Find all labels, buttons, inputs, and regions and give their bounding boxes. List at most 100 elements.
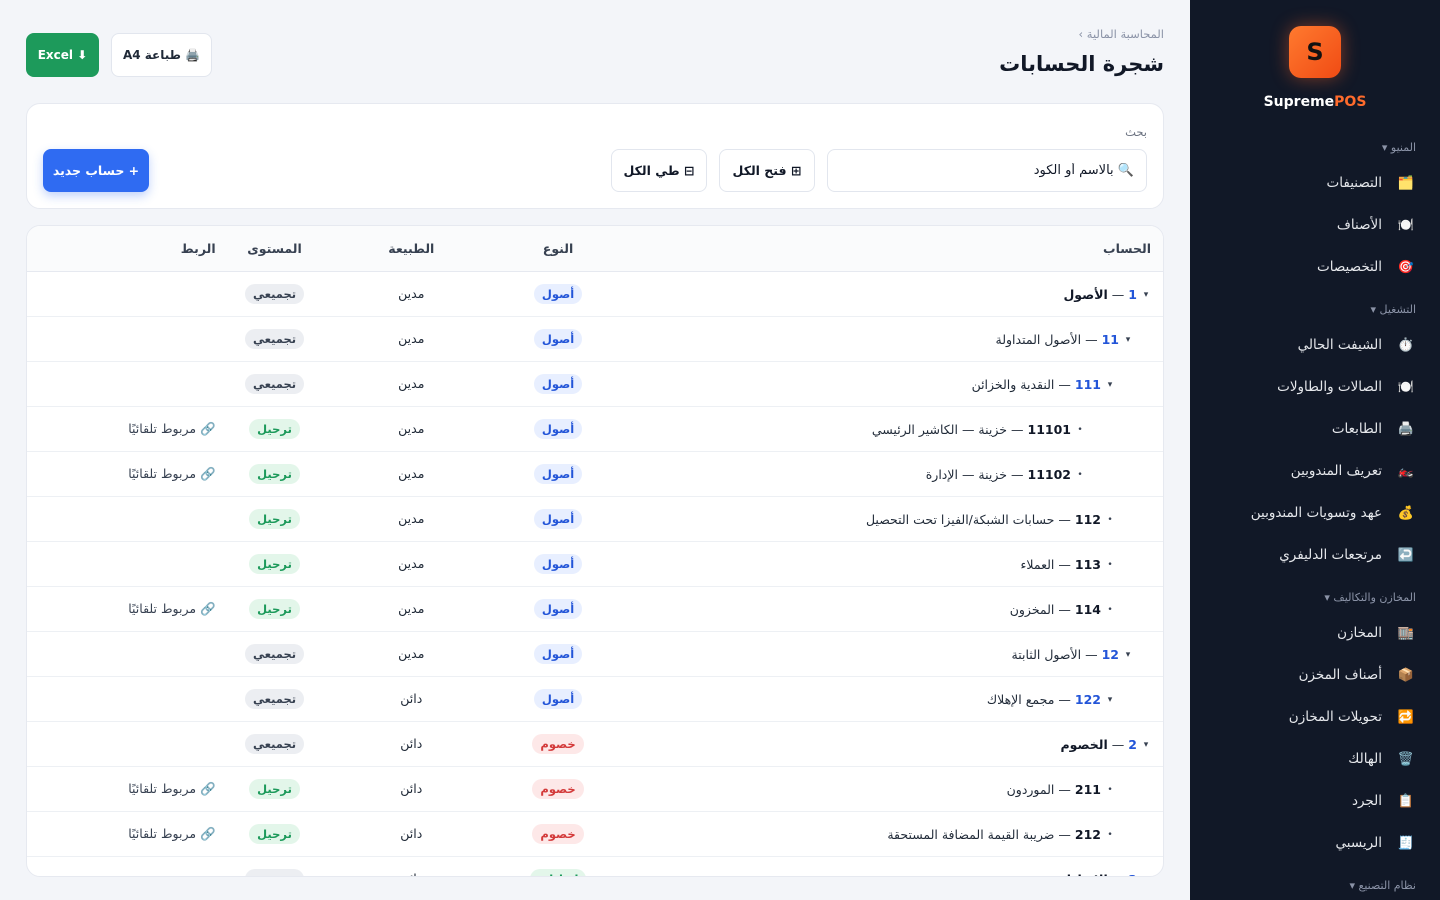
- auto-link-status: 🔗 مربوط تلقائيًا: [128, 465, 216, 481]
- stock-items-icon: 📦: [1397, 667, 1415, 683]
- account-label: ▾ 1 — الأصول: [1063, 287, 1151, 302]
- table-row[interactable]: ▾ 3 — الإيرادات إيرادات دائن تجميعي: [27, 856, 1163, 876]
- couriers-icon: 🏍️: [1397, 463, 1415, 479]
- main-content: المحاسبة المالية › شجرة الحسابات Excel ⬇…: [26, 0, 1164, 900]
- expand-caret-icon[interactable]: ▾: [1123, 650, 1133, 660]
- cell-nature: مدين: [333, 496, 490, 542]
- expand-caret-icon[interactable]: ▾: [1123, 335, 1133, 345]
- account-code: 2: [1128, 737, 1137, 753]
- sidebar-item-label: الطابعات: [1331, 421, 1382, 437]
- cell-type: خصوم: [489, 766, 627, 812]
- current-shift-icon: ⏱️: [1397, 337, 1415, 353]
- sidebar-item-current-shift[interactable]: ⏱️ الشيفت الحالي: [1190, 324, 1440, 366]
- sidebar-item-items[interactable]: 🍽️ الأصناف: [1190, 204, 1440, 246]
- print-a4-button[interactable]: 🖨️ طباعة A4: [111, 33, 212, 77]
- new-account-button[interactable]: + حساب جديد: [43, 149, 149, 192]
- table-row[interactable]: ▾ 122 — مجمع الإهلاك أصول دائن تجميعي: [27, 676, 1163, 722]
- cell-link: 🔗 مربوط تلقائيًا: [27, 406, 216, 452]
- col-nature[interactable]: الطبيعة: [333, 226, 490, 272]
- sidebar-item-halls-tables[interactable]: 🍽️ الصالات والطاولات: [1190, 366, 1440, 408]
- sidebar-section: نظام التصنيع ▾: [1190, 872, 1440, 900]
- table-row[interactable]: ▾ 12 — الأصول الثابتة أصول مدين تجميعي: [27, 631, 1163, 677]
- printers-icon: 🖨️: [1397, 421, 1415, 437]
- table-row[interactable]: • 114 — المخزون أصول مدين ترحيل 🔗 مربوط تلقائ…: [27, 586, 1163, 632]
- account-name: الخصوم: [1060, 737, 1108, 753]
- brand-part-2: POS: [1334, 94, 1367, 110]
- collapse-all-button[interactable]: ⊟ طي الكل: [611, 149, 707, 192]
- account-name: الإيرادات: [1054, 872, 1108, 876]
- table-row[interactable]: ▾ 1 — الأصول أصول مدين تجميعي: [27, 271, 1163, 317]
- table-row[interactable]: • 11102 — خزينة — الإدارة أصول مدين ترحيل 🔗 م…: [27, 451, 1163, 497]
- sidebar-item-customizations[interactable]: 🎯 التخصيصات: [1190, 246, 1440, 288]
- cell-nature: دائن: [333, 811, 490, 857]
- account-name: الموردون: [1006, 782, 1055, 798]
- col-level[interactable]: المستوى: [215, 226, 334, 272]
- account-code: 111: [1074, 377, 1101, 393]
- table-row[interactable]: ▾ 111 — النقدية والخزائن أصول مدين تجميعي: [27, 361, 1163, 407]
- table-row[interactable]: • 11101 — خزينة — الكاشير الرئيسي أصول مدين…: [27, 406, 1163, 452]
- sidebar-item-courier-settlements[interactable]: 💰 عهد وتسويات المندوبين: [1190, 492, 1440, 534]
- type-badge: أصول: [533, 508, 583, 529]
- account-code: 12: [1101, 647, 1119, 663]
- type-badge: أصول: [533, 283, 583, 304]
- table-row[interactable]: ▾ 2 — الخصوم خصوم دائن تجميعي: [27, 721, 1163, 767]
- expand-all-button[interactable]: ⊞ فتح الكل: [719, 149, 815, 192]
- sidebar-section-label[interactable]: المنيو ▾: [1190, 134, 1440, 162]
- sidebar-item-categories[interactable]: 🗂️ التصنيفات: [1190, 162, 1440, 204]
- sidebar-item-warehouses[interactable]: 🏬 المخازن: [1190, 612, 1440, 654]
- table-row[interactable]: ▾ 11 — الأصول المتداولة أصول مدين تجميعي: [27, 316, 1163, 362]
- account-name: النقدية والخزائن: [971, 377, 1055, 393]
- sidebar-item-label: الهالك: [1348, 751, 1382, 767]
- cell-type: أصول: [489, 451, 627, 497]
- cell-link: [27, 496, 216, 542]
- sidebar-item-printers[interactable]: 🖨️ الطابعات: [1190, 408, 1440, 450]
- export-excel-button[interactable]: Excel ⬇: [26, 33, 99, 77]
- sidebar-section-label[interactable]: المخازن والتكاليف ▾: [1190, 584, 1440, 612]
- col-type[interactable]: النوع: [489, 226, 627, 272]
- table-row[interactable]: • 211 — الموردون خصوم دائن ترحيل 🔗 مربوط تلقا…: [27, 766, 1163, 812]
- expand-caret-icon[interactable]: ▾: [1141, 875, 1151, 876]
- cell-link: [27, 721, 216, 767]
- table-row[interactable]: • 112 — حسابات الشبكة/الفيزا تحت التحصيل أ…: [27, 496, 1163, 542]
- type-badge: خصوم: [532, 823, 584, 844]
- brand-name: SupremePOS: [1190, 94, 1440, 110]
- account-name: المخزون: [1009, 602, 1055, 618]
- waste-icon: 🗑️: [1397, 751, 1415, 767]
- col-link[interactable]: الربط: [27, 226, 216, 272]
- type-badge: أصول: [533, 328, 583, 349]
- sidebar-item-waste[interactable]: 🗑️ الهالك: [1190, 738, 1440, 780]
- sidebar-item-delivery-returns[interactable]: ↩️ مرتجعات الدليفري: [1190, 534, 1440, 576]
- account-code: 212: [1074, 827, 1101, 843]
- logo[interactable]: S: [1289, 26, 1341, 78]
- cell-link: 🔗 مربوط تلقائيًا: [27, 586, 216, 632]
- sidebar-item-couriers[interactable]: 🏍️ تعريف المندوبين: [1190, 450, 1440, 492]
- cell-nature: دائن: [333, 676, 490, 722]
- sidebar-section-label[interactable]: التشغيل ▾: [1190, 296, 1440, 324]
- expand-caret-icon[interactable]: ▾: [1105, 380, 1115, 390]
- table-row[interactable]: • 212 — ضريبة القيمة المضافة المستحقة خصوم…: [27, 811, 1163, 857]
- separator: —: [1058, 377, 1071, 393]
- expand-caret-icon[interactable]: ▾: [1141, 740, 1151, 750]
- sidebar-item-label: الشيفت الحالي: [1297, 337, 1382, 353]
- sidebar-item-transfers[interactable]: 🔁 تحويلات المخازن: [1190, 696, 1440, 738]
- sidebar-item-recipe[interactable]: 🧾 الريسبي: [1190, 822, 1440, 864]
- cell-nature: مدين: [333, 271, 490, 317]
- sidebar-section-label[interactable]: نظام التصنيع ▾: [1190, 872, 1440, 900]
- cell-nature: مدين: [333, 586, 490, 632]
- sidebar-item-stock-items[interactable]: 📦 أصناف المخزن: [1190, 654, 1440, 696]
- cell-level: تجميعي: [215, 361, 334, 407]
- table-row[interactable]: • 113 — العملاء أصول مدين ترحيل: [27, 541, 1163, 587]
- search-input[interactable]: [827, 149, 1147, 192]
- halls-tables-icon: 🍽️: [1397, 379, 1415, 395]
- sidebar-section: المخازن والتكاليف ▾ 🏬 المخازن 📦 أصناف المخزن…: [1190, 584, 1440, 864]
- cell-link: [27, 856, 216, 876]
- expand-caret-icon[interactable]: ▾: [1105, 695, 1115, 705]
- account-code: 114: [1074, 602, 1101, 618]
- expand-caret-icon[interactable]: ▾: [1141, 290, 1151, 300]
- account-label: • 11102 — خزينة — الإدارة: [926, 467, 1085, 482]
- breadcrumb[interactable]: المحاسبة المالية ›: [1079, 27, 1164, 41]
- cell-nature: دائن: [333, 766, 490, 812]
- leaf-dot-icon: •: [1077, 469, 1083, 480]
- col-account[interactable]: الحساب: [626, 226, 1163, 272]
- sidebar-item-inventory-count[interactable]: 📋 الجرد: [1190, 780, 1440, 822]
